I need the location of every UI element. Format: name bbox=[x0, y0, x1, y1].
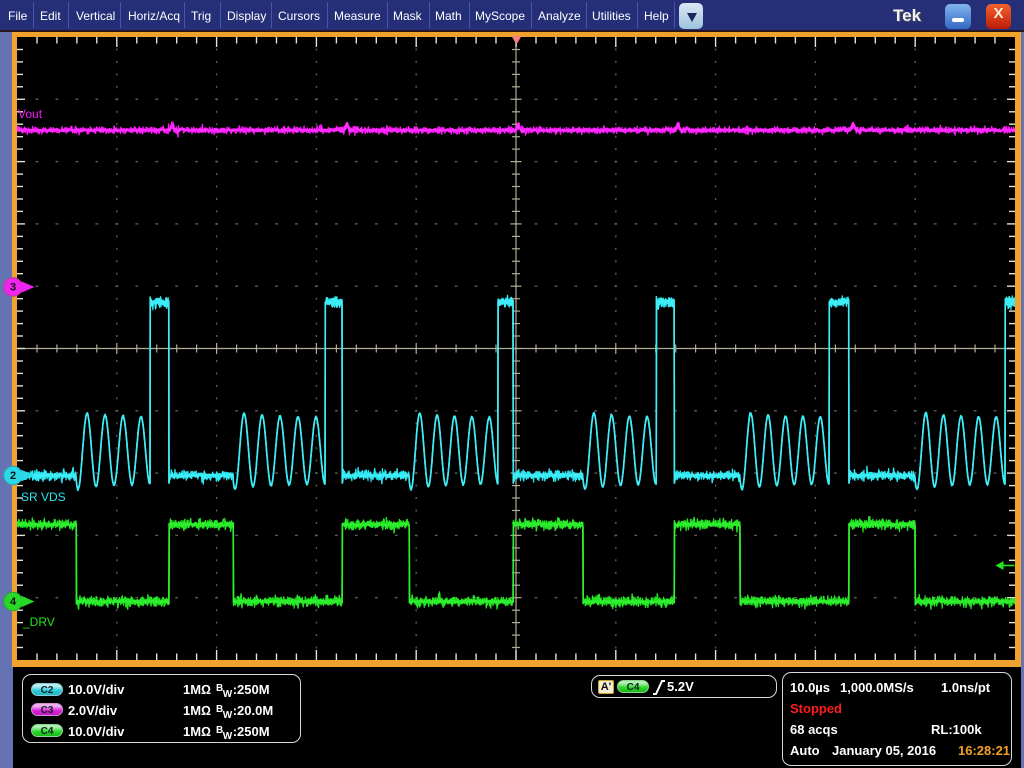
svg-text:3: 3 bbox=[10, 282, 16, 294]
svg-text:Vout: Vout bbox=[18, 107, 43, 121]
svg-text:_DRV: _DRV bbox=[22, 615, 55, 629]
svg-text:2: 2 bbox=[10, 470, 16, 482]
svg-text:SR VDS: SR VDS bbox=[21, 490, 66, 504]
svg-text:4: 4 bbox=[10, 596, 17, 608]
